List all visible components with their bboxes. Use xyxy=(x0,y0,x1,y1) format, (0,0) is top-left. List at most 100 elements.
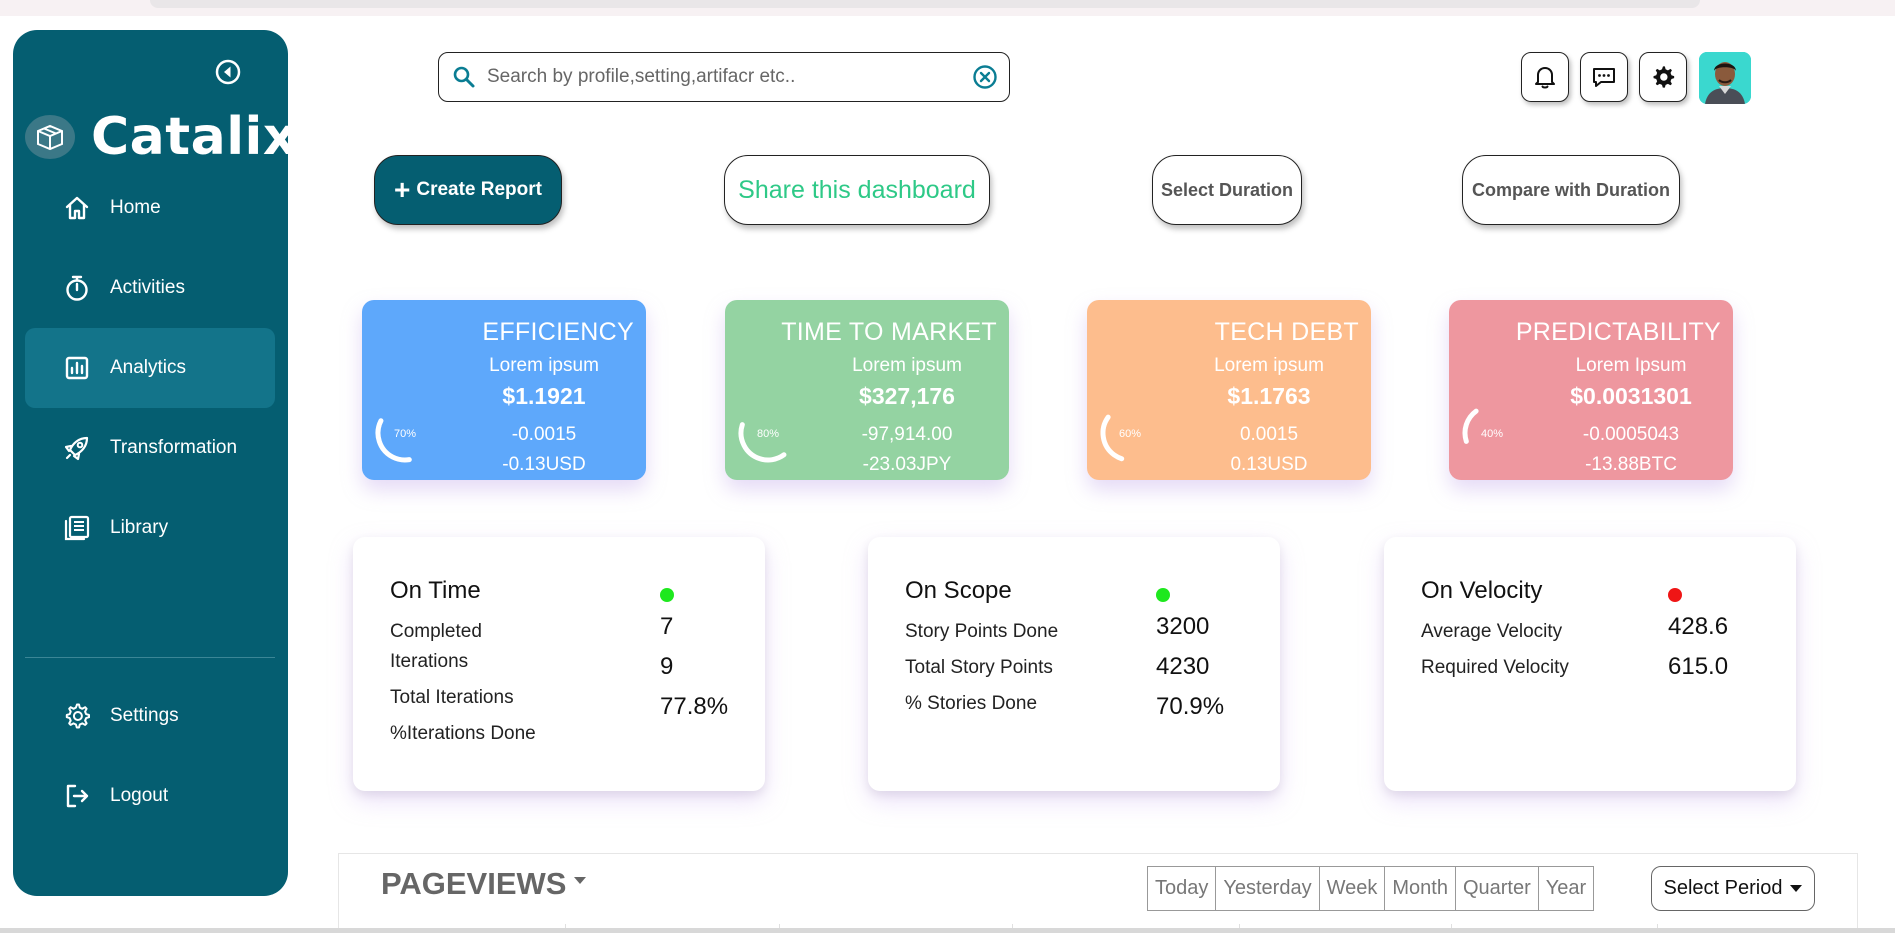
progress-gauge: 60% xyxy=(1100,403,1160,463)
status-dot xyxy=(660,588,674,602)
sidebar-item-analytics[interactable]: Analytics xyxy=(25,328,275,408)
select-period-dropdown[interactable]: Select Period xyxy=(1651,866,1815,911)
gauge-label: 60% xyxy=(1119,428,1141,440)
collapse-sidebar-button[interactable] xyxy=(200,44,256,100)
kpi-value: $327,176 xyxy=(859,383,955,409)
tab-month[interactable]: Month xyxy=(1385,867,1456,910)
kpi-delta: -0.0015 xyxy=(511,424,577,445)
status-dot xyxy=(1668,588,1682,602)
metric-label: Completed xyxy=(390,621,482,642)
kpi-subtitle: Lorem ipsum xyxy=(489,355,599,376)
pageviews-panel: PAGEVIEWS Today Yesterday Week Month Qua… xyxy=(338,853,1858,933)
kpi-change: -0.13USD xyxy=(502,454,586,475)
progress-gauge: 40% xyxy=(1462,403,1522,463)
kpi-change: -23.03JPY xyxy=(862,454,952,475)
sidebar-item-transformation[interactable]: Transformation xyxy=(25,408,275,488)
kpi-title: TIME TO MARKET xyxy=(781,318,997,346)
tab-yesterday[interactable]: Yesterday xyxy=(1216,867,1320,910)
kpi-delta: 0.0015 xyxy=(1239,424,1299,445)
plus-icon: + xyxy=(393,174,411,205)
messages-button[interactable] xyxy=(1580,52,1628,102)
share-dashboard-button[interactable]: Share this dashboard xyxy=(724,155,990,225)
sidebar-item-label: Settings xyxy=(110,705,179,726)
scrollbar-bottom[interactable] xyxy=(0,928,1895,933)
pageviews-title: PAGEVIEWS xyxy=(381,866,567,901)
gear-icon xyxy=(62,701,92,731)
tab-year[interactable]: Year xyxy=(1539,867,1593,910)
metric-label: Total Iterations xyxy=(390,687,514,708)
status-dot xyxy=(1156,588,1170,602)
tab-week[interactable]: Week xyxy=(1320,867,1386,910)
metric-label: Iterations xyxy=(390,651,469,672)
box-logo-icon xyxy=(25,115,75,159)
bell-icon xyxy=(1535,67,1555,89)
share-dashboard-label: Share this dashboard xyxy=(738,175,976,204)
pageviews-dropdown[interactable]: PAGEVIEWS xyxy=(381,866,587,902)
brand: Catalix xyxy=(25,102,297,172)
kpi-title: PREDICTABILITY xyxy=(1515,318,1721,346)
clear-search-icon[interactable] xyxy=(971,63,999,91)
progress-gauge: 80% xyxy=(738,403,798,463)
tab-today[interactable]: Today xyxy=(1148,867,1217,910)
kpi-title: EFFICIENCY xyxy=(482,318,634,346)
sidebar-item-settings[interactable]: Settings xyxy=(25,676,275,756)
metric-label: Required Velocity xyxy=(1421,657,1569,678)
metric-value: 7 xyxy=(660,613,674,640)
metric-label: %Iterations Done xyxy=(390,723,536,744)
kpi-value: $1.1921 xyxy=(502,383,586,409)
kpi-card-time-to-market[interactable]: TIME TO MARKET Lorem ipsum $327,176 -97,… xyxy=(725,300,1009,480)
metric-value: 9 xyxy=(660,653,674,680)
progress-gauge: 70% xyxy=(375,403,435,463)
create-report-button[interactable]: + Create Report xyxy=(374,155,562,225)
sidebar-item-home[interactable]: Home xyxy=(25,168,275,248)
sidebar: Catalix Home Activities Analytics Transf xyxy=(13,30,296,896)
caret-down-icon xyxy=(1790,885,1803,892)
kpi-change: -13.88BTC xyxy=(1585,454,1677,475)
kpi-value: $1.1763 xyxy=(1227,383,1311,409)
compare-duration-label: Compare with Duration xyxy=(1471,179,1670,200)
kpi-card-efficiency[interactable]: EFFICIENCY Lorem ipsum $1.1921 -0.0015 -… xyxy=(362,300,646,480)
metric-label: Story Points Done xyxy=(905,621,1059,642)
sidebar-item-label: Transformation xyxy=(110,437,238,458)
kpi-subtitle: Lorem Ipsum xyxy=(1575,355,1687,376)
scrollbar-top[interactable] xyxy=(150,0,1700,8)
search-input[interactable] xyxy=(487,66,947,88)
profile-photo-icon xyxy=(1699,52,1751,104)
select-duration-label: Select Duration xyxy=(1160,179,1294,200)
gear-icon xyxy=(1653,66,1675,88)
sidebar-item-logout[interactable]: Logout xyxy=(25,756,275,836)
collapse-arrow-icon xyxy=(215,59,241,85)
home-icon xyxy=(62,193,92,223)
gauge-label: 40% xyxy=(1481,428,1503,440)
kpi-card-predictability[interactable]: PREDICTABILITY Lorem Ipsum $0.0031301 -0… xyxy=(1449,300,1733,480)
sidebar-item-activities[interactable]: Activities xyxy=(25,248,275,328)
caret-down-icon xyxy=(574,876,587,884)
gauge-label: 80% xyxy=(757,428,779,440)
user-avatar[interactable] xyxy=(1699,52,1751,104)
kpi-title: TECH DEBT xyxy=(1214,318,1359,346)
select-duration-button[interactable]: Select Duration xyxy=(1152,155,1302,225)
search-icon xyxy=(451,64,477,90)
metric-title: On Time xyxy=(390,577,481,604)
create-report-label: Create Report xyxy=(416,179,542,200)
kpi-card-tech-debt[interactable]: TECH DEBT Lorem ipsum $1.1763 0.0015 0.1… xyxy=(1087,300,1371,480)
metric-label: Total Story Points xyxy=(905,657,1053,678)
sidebar-item-label: Analytics xyxy=(110,357,187,378)
logout-icon xyxy=(62,781,92,811)
sidebar-divider xyxy=(25,657,275,658)
tab-quarter[interactable]: Quarter xyxy=(1456,867,1539,910)
kpi-delta: -97,914.00 xyxy=(861,424,953,445)
sidebar-item-library[interactable]: Library xyxy=(25,488,275,568)
brand-name: Catalix xyxy=(91,107,297,167)
notifications-button[interactable] xyxy=(1521,52,1569,102)
period-tabs: Today Yesterday Week Month Quarter Year xyxy=(1147,866,1595,911)
metric-value: 4230 xyxy=(1156,653,1210,680)
kpi-change: 0.13USD xyxy=(1230,454,1308,475)
search-bar xyxy=(438,52,1010,102)
compare-duration-button[interactable]: Compare with Duration xyxy=(1462,155,1680,225)
metric-value: 428.6 xyxy=(1668,613,1729,640)
select-period-label: Select Period xyxy=(1663,877,1783,899)
metric-label: % Stories Done xyxy=(905,693,1038,714)
kpi-delta: -0.0005043 xyxy=(1582,424,1680,445)
settings-button[interactable] xyxy=(1639,52,1687,102)
